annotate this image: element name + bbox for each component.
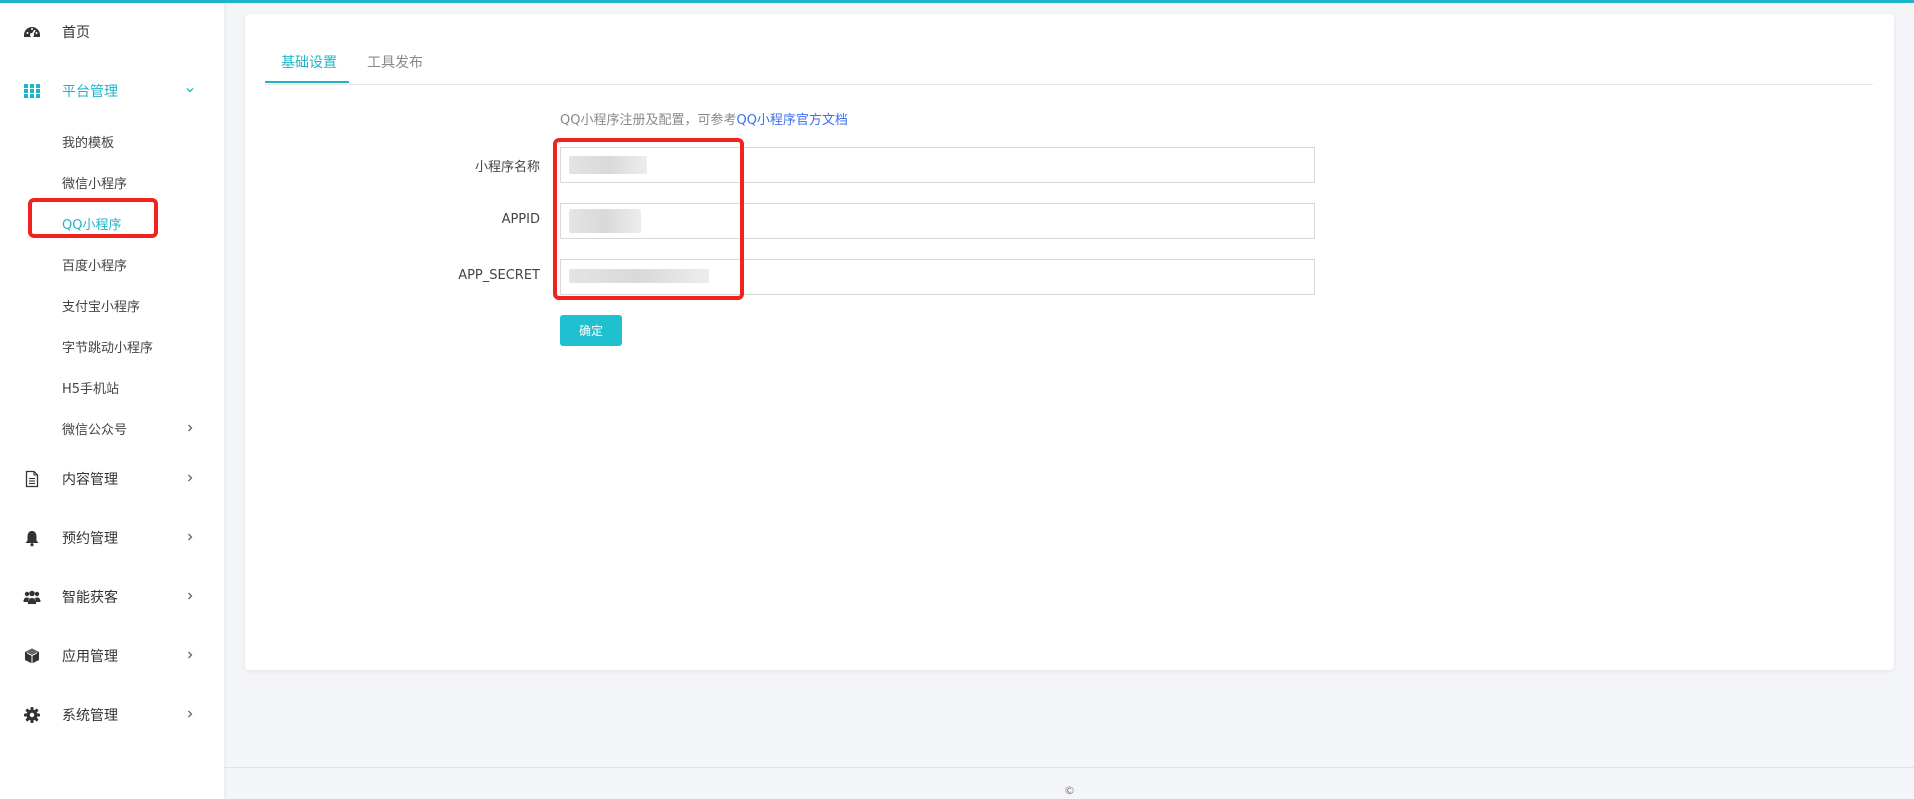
top-accent-bar (0, 0, 1914, 3)
secret-label: APP_SECRET (458, 268, 540, 283)
appid-label: APPID (501, 212, 540, 227)
footer-divider (224, 767, 1914, 768)
users-icon (23, 590, 41, 604)
highlight-box-sidebar (28, 198, 158, 238)
gear-icon (24, 707, 40, 723)
footer-copyright: © (1064, 784, 1075, 797)
form-hint: QQ小程序注册及配置，可参考QQ小程序官方文档 (560, 109, 848, 128)
highlight-box-form (553, 138, 744, 300)
chevron-right-icon (188, 474, 193, 482)
document-icon (25, 470, 39, 488)
sidebar-subitem-label: 微信小程序 (62, 177, 128, 192)
sidebar-item-label: 预约管理 (62, 531, 118, 547)
sidebar-item-label: 平台管理 (62, 84, 118, 100)
sidebar-item-apps[interactable]: 应用管理 (0, 636, 224, 676)
sidebar-item-system[interactable]: 系统管理 (0, 695, 224, 735)
name-label: 小程序名称 (474, 160, 540, 175)
sidebar-subitem-baidu-mini[interactable]: 百度小程序 (0, 249, 224, 279)
chevron-right-icon (188, 710, 193, 718)
sidebar-item-label: 内容管理 (62, 472, 118, 488)
sidebar-subitem-bytedance-mini[interactable]: 字节跳动小程序 (0, 331, 224, 361)
sidebar-item-label: 系统管理 (62, 708, 118, 724)
official-docs-link[interactable]: QQ小程序官方文档 (736, 113, 847, 128)
tab-basic-settings[interactable]: 基础设置 (281, 52, 337, 72)
settings-panel: 基础设置 工具发布 QQ小程序注册及配置，可参考QQ小程序官方文档 小程序名称 … (245, 14, 1894, 670)
sidebar-subitem-alipay-mini[interactable]: 支付宝小程序 (0, 290, 224, 320)
sidebar-subitem-label: 微信公众号 (62, 423, 128, 438)
chevron-right-icon (188, 592, 193, 600)
sidebar-subitem-label: 字节跳动小程序 (62, 341, 154, 356)
sidebar-subitem-wechat-mini[interactable]: 微信小程序 (0, 167, 224, 197)
dashboard-icon (24, 27, 40, 37)
sidebar-subitem-label: 支付宝小程序 (62, 300, 141, 315)
tab-tool-publish[interactable]: 工具发布 (367, 52, 423, 72)
sidebar-item-platform[interactable]: 平台管理 (0, 71, 224, 111)
sidebar-subitem-wechat-official[interactable]: 微信公众号 (0, 413, 224, 443)
tab-active-indicator (265, 81, 349, 83)
confirm-button[interactable]: 确定 (560, 315, 622, 346)
sidebar-item-booking[interactable]: 预约管理 (0, 518, 224, 558)
sidebar-subitem-my-templates[interactable]: 我的模板 (0, 126, 224, 156)
sidebar-item-label: 智能获客 (62, 590, 118, 606)
sidebar-subitem-label: H5手机站 (62, 382, 120, 397)
cube-icon (25, 648, 39, 664)
chevron-right-icon (188, 651, 193, 659)
chevron-down-icon (186, 88, 194, 93)
tab-bar: 基础设置 工具发布 (265, 34, 1873, 85)
sidebar-item-label: 应用管理 (62, 649, 118, 665)
sidebar-item-label: 首页 (62, 25, 90, 41)
hint-text: QQ小程序注册及配置，可参考 (560, 113, 737, 128)
sidebar-item-content[interactable]: 内容管理 (0, 459, 224, 499)
sidebar-item-leads[interactable]: 智能获客 (0, 577, 224, 617)
grid-icon (24, 84, 40, 98)
bell-icon (25, 531, 39, 547)
sidebar-subitem-h5-site[interactable]: H5手机站 (0, 372, 224, 402)
sidebar-item-home[interactable]: 首页 (0, 12, 224, 52)
chevron-right-icon (188, 424, 193, 432)
chevron-right-icon (188, 533, 193, 541)
sidebar-subitem-label: 我的模板 (62, 136, 115, 151)
sidebar-subitem-label: 百度小程序 (62, 259, 128, 274)
sidebar: 首页 平台管理 我的模板 微信小程序 QQ小程序 百度小程序 支付宝小程序 字节… (0, 3, 224, 799)
